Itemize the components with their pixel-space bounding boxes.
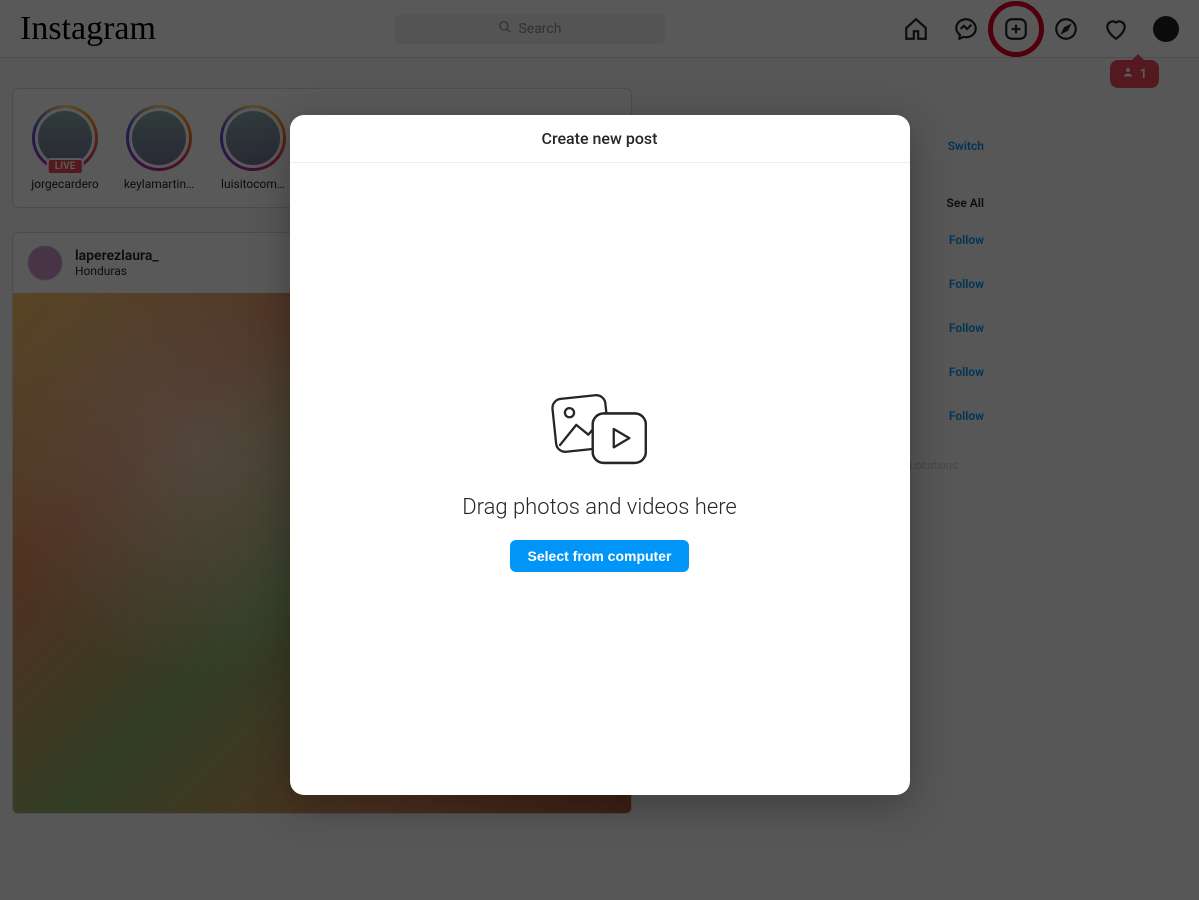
modal-body[interactable]: Drag photos and videos here Select from …	[290, 163, 910, 795]
media-icon	[545, 387, 655, 475]
select-from-computer-button[interactable]: Select from computer	[510, 540, 690, 572]
modal-overlay[interactable]: Create new post Drag photos and videos h…	[0, 0, 1199, 900]
modal-title: Create new post	[290, 115, 910, 163]
drag-instruction-text: Drag photos and videos here	[462, 495, 737, 520]
create-post-modal: Create new post Drag photos and videos h…	[290, 115, 910, 795]
